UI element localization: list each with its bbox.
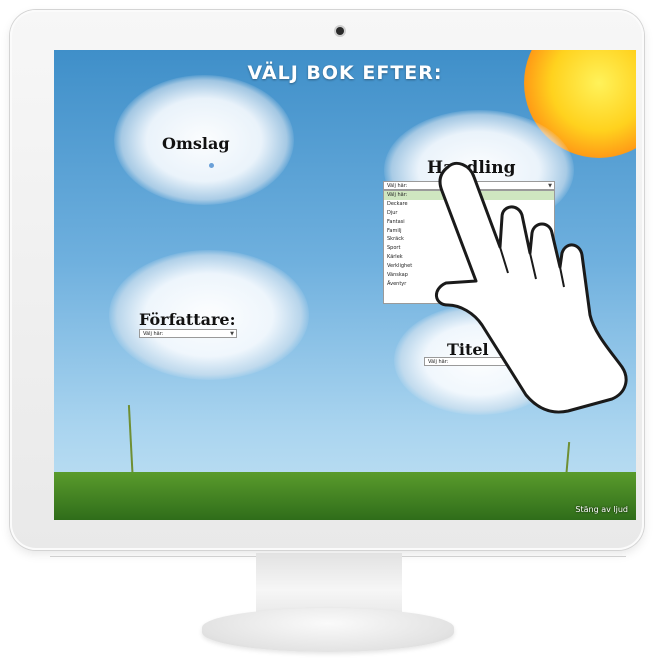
monitor-stand-base <box>202 608 454 652</box>
author-select[interactable]: Välj här: ▼ <box>139 329 237 338</box>
monitor-stand-neck <box>256 553 402 615</box>
dropdown-option[interactable]: Vänskap <box>384 271 554 280</box>
dropdown-option[interactable]: Kärlek <box>384 253 554 262</box>
dropdown-option[interactable]: Familj <box>384 227 554 236</box>
cover-category-button[interactable]: Omslag <box>162 134 230 153</box>
monitor-frame: VÄLJ BOK EFTER: Omslag Handling Välj här… <box>10 10 644 557</box>
plot-select[interactable]: Välj här: ▼ <box>383 181 555 190</box>
page-title: VÄLJ BOK EFTER: <box>247 62 443 84</box>
dropdown-option[interactable]: Skräck <box>384 235 554 244</box>
camera-icon <box>336 27 344 35</box>
dropdown-option[interactable]: Djur <box>384 209 554 218</box>
mute-sound-button[interactable]: Stäng av ljud <box>575 505 628 514</box>
chevron-down-icon[interactable]: ▼ <box>509 358 513 367</box>
plot-dropdown-list: Välj här: Deckare Djur Fantasi Familj Sk… <box>383 190 555 304</box>
grass-decoration <box>54 472 636 520</box>
chevron-down-icon[interactable]: ▼ <box>230 330 234 339</box>
app-screen: VÄLJ BOK EFTER: Omslag Handling Välj här… <box>54 50 636 520</box>
dropdown-option[interactable]: Fantasi <box>384 218 554 227</box>
dropdown-option[interactable]: Deckare <box>384 200 554 209</box>
title-select[interactable]: Välj här: ▼ <box>424 357 516 366</box>
plot-category-label: Handling <box>427 158 516 178</box>
cover-focus-dot <box>209 163 214 168</box>
title-select-value: Välj här: <box>428 359 449 365</box>
dropdown-option[interactable]: Sport <box>384 244 554 253</box>
dropdown-option[interactable]: Äventyr <box>384 280 554 289</box>
plot-select-value: Välj här: <box>387 183 408 189</box>
dropdown-option[interactable]: Verklighet <box>384 262 554 271</box>
author-select-value: Välj här: <box>143 331 164 337</box>
dropdown-option[interactable]: Välj här: <box>384 191 554 200</box>
author-category-label: Författare: <box>139 310 236 329</box>
